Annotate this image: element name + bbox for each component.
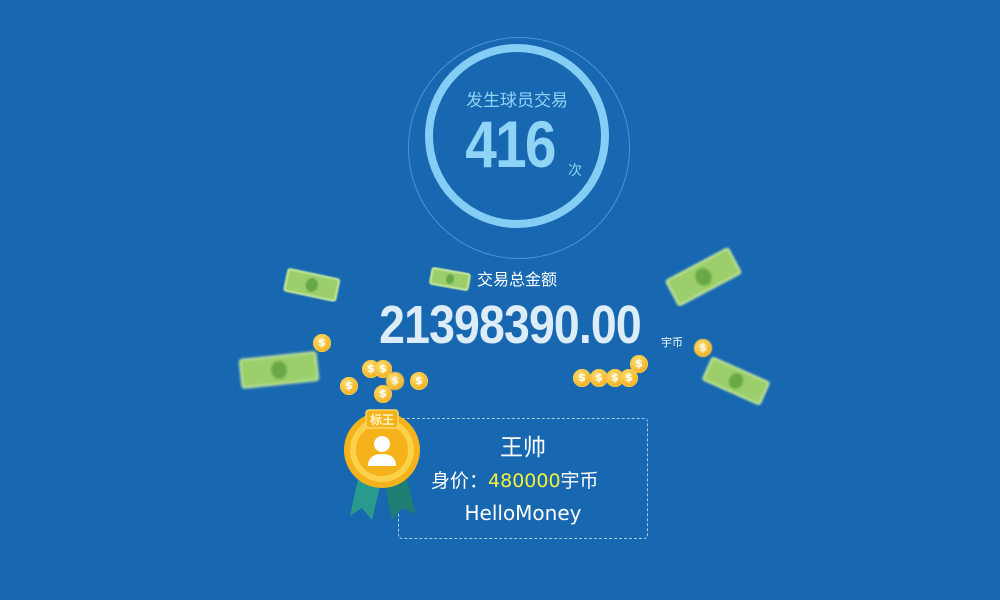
cash-bill-icon bbox=[702, 357, 770, 405]
coin-icon: $ bbox=[340, 377, 358, 395]
total-amount-unit: 宇币 bbox=[661, 336, 683, 349]
cash-bill-icon bbox=[665, 247, 742, 306]
coin-icon: $ bbox=[630, 355, 648, 373]
coin-icon: $ bbox=[374, 385, 392, 403]
top-player-value-label: 身价： bbox=[431, 470, 489, 492]
medal-badge-text: 标王 bbox=[369, 413, 394, 427]
coin-icon: $ bbox=[573, 369, 591, 387]
top-player-value: 身价：480000宇币 bbox=[431, 466, 599, 493]
top-player-name: 王帅 bbox=[500, 435, 546, 461]
top-player-value-unit: 宇币 bbox=[560, 470, 599, 492]
coin-icon: $ bbox=[410, 372, 428, 390]
cash-bill-icon bbox=[238, 351, 320, 389]
cash-bill-icon bbox=[283, 268, 341, 302]
top-player-team: HelloMoney bbox=[464, 501, 582, 525]
trade-count-unit: 次 bbox=[568, 163, 582, 179]
total-amount-value: 21398390.00 bbox=[379, 295, 642, 355]
top-player-value-amount: 480000 bbox=[488, 470, 561, 492]
coin-icon: $ bbox=[313, 334, 331, 352]
total-amount-label: 交易总金额 bbox=[476, 270, 557, 289]
trade-count-value: 416 bbox=[465, 107, 556, 181]
coin-icon: $ bbox=[694, 339, 712, 357]
